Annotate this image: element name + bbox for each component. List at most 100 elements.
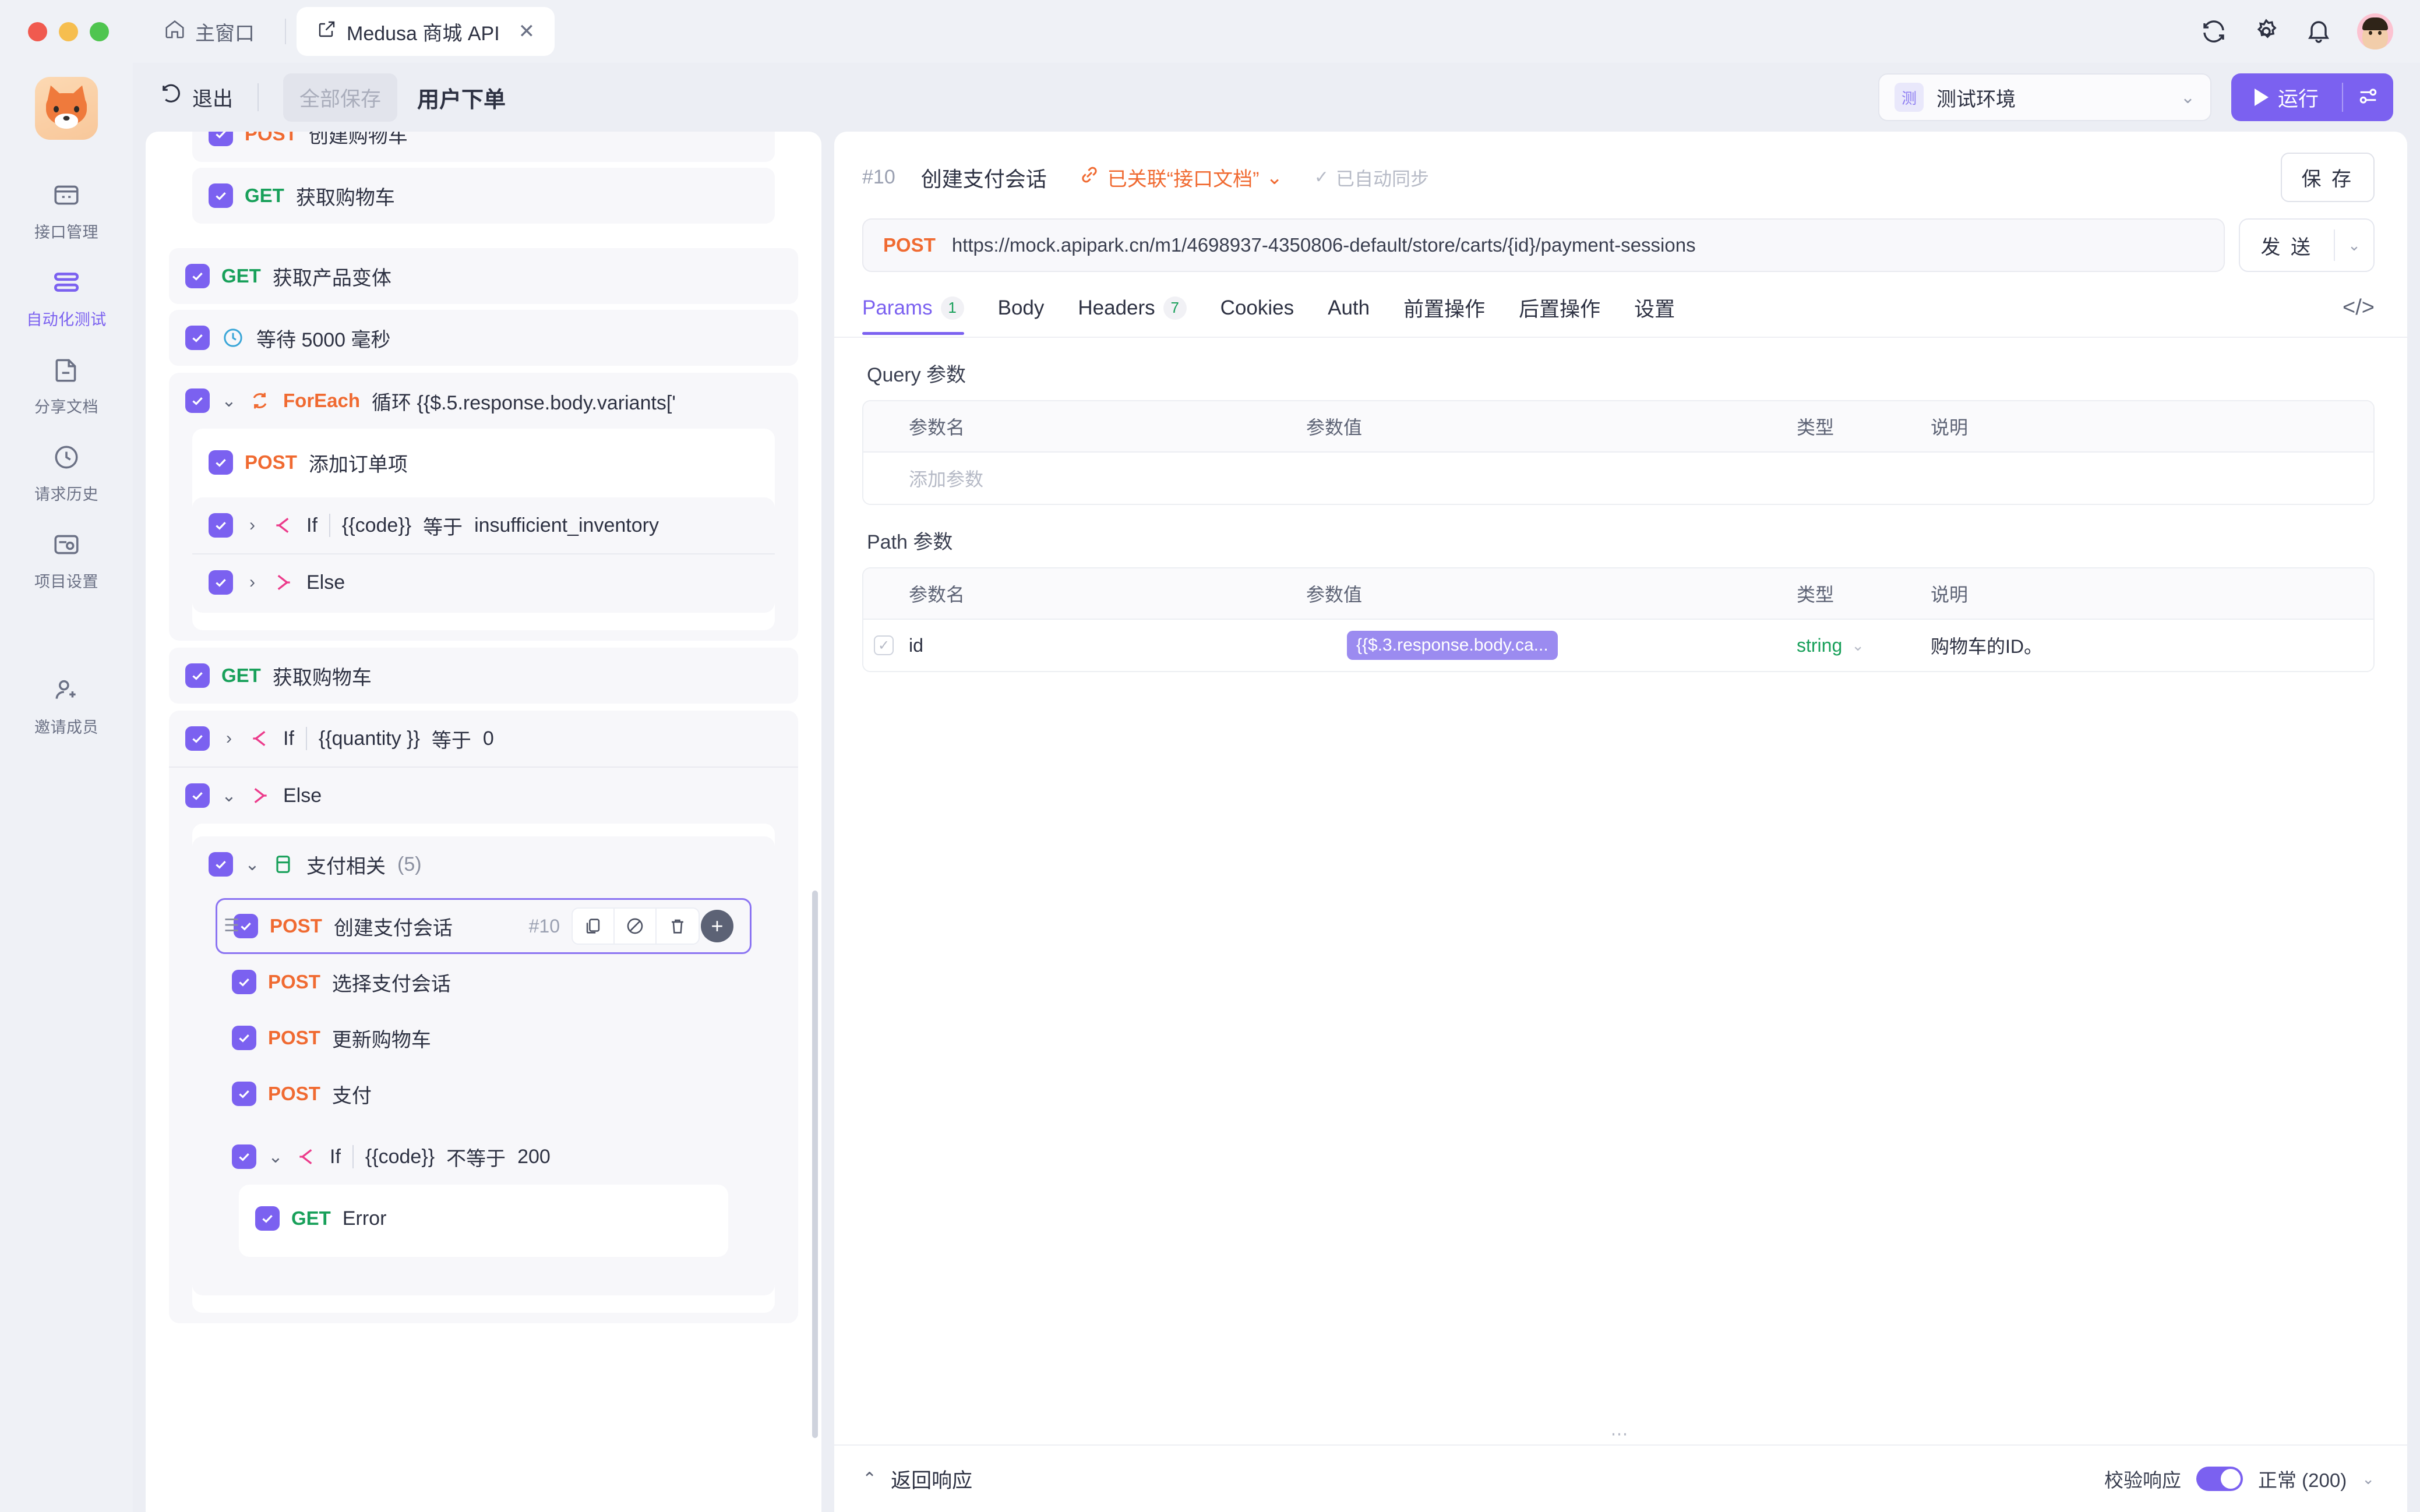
chevron-up-icon[interactable]: ⌃ <box>862 1469 877 1489</box>
chevron-down-icon[interactable]: ⌄ <box>221 786 237 806</box>
tab-home[interactable]: 主窗口 <box>144 7 274 56</box>
row-checkbox[interactable] <box>209 852 233 877</box>
chevron-down-icon[interactable]: ⌄ <box>221 391 237 411</box>
tab-headers[interactable]: Headers 7 <box>1078 296 1186 334</box>
row-checkbox[interactable] <box>185 726 210 751</box>
sidebar-item-request-history[interactable]: 请求历史 <box>0 430 133 517</box>
tree-row[interactable]: ⌄ 支付相关 (5) <box>192 836 775 892</box>
close-window-button[interactable] <box>28 22 47 41</box>
sync-icon[interactable] <box>2200 17 2228 45</box>
row-checkbox[interactable] <box>232 1026 256 1050</box>
row-checkbox[interactable] <box>209 450 233 475</box>
row-checkbox[interactable] <box>185 264 210 288</box>
bell-icon[interactable] <box>2305 17 2333 45</box>
tree-row[interactable]: GET 获取购物车 <box>169 648 798 704</box>
tab-cookies[interactable]: Cookies <box>1220 296 1294 334</box>
row-checkbox[interactable] <box>185 663 210 688</box>
chevron-right-icon[interactable]: › <box>245 515 260 535</box>
tab-medusa-api[interactable]: Medusa 商城 API ✕ <box>297 7 555 56</box>
row-checkbox[interactable] <box>209 183 233 208</box>
tree-row[interactable]: POST 选择支付会话 <box>216 954 752 1010</box>
tree-row[interactable]: ⌄ Else <box>169 768 798 824</box>
condition-variable: {{code}} <box>342 514 411 537</box>
chevron-down-icon[interactable]: ⌄ <box>2362 1470 2375 1488</box>
tree-row-selected[interactable]: POST 创建支付会话 #10 <box>216 898 752 954</box>
tree-row[interactable]: ⌄ ForEach 循环 {{$.5.response.body.variant… <box>169 373 798 429</box>
url-input[interactable]: POST https://mock.apipark.cn/m1/4698937-… <box>862 218 2225 272</box>
tree-row[interactable]: POST 创建购物车 <box>192 132 775 162</box>
tree-row[interactable]: 等待 5000 毫秒 <box>169 310 798 366</box>
delete-icon[interactable] <box>657 909 699 944</box>
row-checkbox[interactable] <box>185 326 210 350</box>
tree-row[interactable]: GET 获取产品变体 <box>169 248 798 304</box>
code-brackets-icon[interactable]: </> <box>2343 295 2375 334</box>
tree-scrollbar[interactable] <box>812 137 818 1506</box>
param-name[interactable]: id <box>904 635 1347 656</box>
sidebar-item-automation-test[interactable]: 自动化测试 <box>0 255 133 342</box>
tree-row[interactable]: POST 添加订单项 <box>192 434 775 490</box>
row-checkbox[interactable] <box>185 783 210 808</box>
run-button[interactable]: 运行 <box>2231 73 2342 121</box>
run-options-button[interactable] <box>2343 73 2393 121</box>
tab-auth[interactable]: Auth <box>1328 296 1370 334</box>
table-row-empty[interactable]: 添加参数 <box>863 453 2373 504</box>
row-checkbox[interactable] <box>209 570 233 595</box>
disable-icon[interactable] <box>615 909 657 944</box>
tree-row[interactable]: › If {{code}} <box>192 497 775 553</box>
row-checkbox[interactable] <box>232 970 256 994</box>
response-label[interactable]: 返回响应 <box>891 1464 972 1494</box>
window-traffic-lights[interactable] <box>28 22 109 41</box>
table-row[interactable]: ✓ id {{$.3.response.body.ca... string ⌄ <box>863 620 2373 671</box>
add-step-button[interactable]: + <box>701 910 733 942</box>
tab-settings[interactable]: 设置 <box>1634 293 1675 337</box>
linked-doc-button[interactable]: 已关联“接口文档” ⌄ <box>1078 163 1283 192</box>
row-checkbox[interactable] <box>232 1082 256 1106</box>
exit-button[interactable]: 退出 <box>158 83 233 112</box>
tree-row[interactable]: GET 获取购物车 <box>192 168 775 224</box>
status-code-value[interactable]: 正常 (200) <box>2258 1465 2347 1493</box>
tree-row[interactable]: POST 更新购物车 <box>216 1010 752 1066</box>
chevron-down-icon[interactable]: ⌄ <box>2335 236 2373 255</box>
tab-pre-operation[interactable]: 前置操作 <box>1403 293 1485 337</box>
tree-row[interactable]: POST 支付 <box>216 1066 752 1122</box>
tab-params[interactable]: Params 1 <box>862 296 964 334</box>
tree-row[interactable]: GET Error <box>239 1190 728 1246</box>
drag-handle[interactable]: ☰ <box>224 917 239 935</box>
tree-row[interactable]: › If {{quantity }} 等于 0 <box>169 711 798 766</box>
environment-selector[interactable]: 测 测试环境 ⌄ <box>1878 73 2211 121</box>
tree-row[interactable]: › Else <box>192 554 775 610</box>
param-description[interactable]: 购物车的ID。 <box>1931 632 2373 659</box>
sidebar-item-project-settings[interactable]: 项目设置 <box>0 517 133 605</box>
param-type-select[interactable]: string ⌄ <box>1797 635 1931 656</box>
row-checkbox[interactable] <box>232 1144 256 1169</box>
tree-row[interactable]: ⌄ If <box>216 1129 752 1185</box>
step-tree[interactable]: POST 创建购物车 GET 获取购物车 <box>146 132 821 1512</box>
param-value-cell[interactable]: {{$.3.response.body.ca... <box>1347 631 1797 660</box>
maximize-window-button[interactable] <box>90 22 109 41</box>
tab-body[interactable]: Body <box>998 296 1045 334</box>
chevron-right-icon[interactable]: › <box>221 729 237 748</box>
save-button[interactable]: 保 存 <box>2281 153 2375 202</box>
chevron-down-icon[interactable]: ⌄ <box>268 1147 283 1167</box>
sidebar-item-share-doc[interactable]: 分享文档 <box>0 342 133 430</box>
chevron-down-icon[interactable]: ⌄ <box>245 854 260 875</box>
panel-resize-grip[interactable]: ⋯ <box>834 1421 2407 1444</box>
save-all-button[interactable]: 全部保存 <box>283 73 397 122</box>
copy-icon[interactable] <box>573 909 615 944</box>
send-button[interactable]: 发 送 <box>2240 231 2334 260</box>
row-checkbox[interactable]: ✓ <box>863 635 904 655</box>
sidebar-item-api-management[interactable]: 接口管理 <box>0 168 133 255</box>
sidebar-item-invite-member[interactable]: 邀请成员 <box>0 663 133 750</box>
gear-icon[interactable] <box>2252 17 2280 45</box>
validate-response-toggle[interactable] <box>2196 1467 2243 1491</box>
row-checkbox[interactable] <box>255 1206 280 1231</box>
row-checkbox[interactable] <box>209 132 233 146</box>
close-icon[interactable]: ✕ <box>518 20 535 43</box>
row-checkbox[interactable] <box>185 388 210 413</box>
row-checkbox[interactable] <box>209 513 233 538</box>
avatar[interactable] <box>2357 13 2393 50</box>
chevron-right-icon[interactable]: › <box>245 573 260 592</box>
tab-post-operation[interactable]: 后置操作 <box>1519 293 1600 337</box>
param-value-chip[interactable]: {{$.3.response.body.ca... <box>1347 631 1558 660</box>
minimize-window-button[interactable] <box>59 22 78 41</box>
